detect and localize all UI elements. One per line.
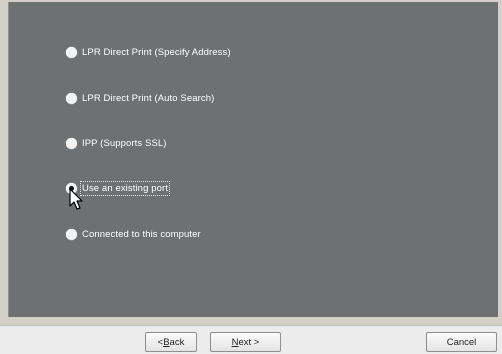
wizard-window: LPR Direct Print (Specify Address) LPR D… (0, 0, 502, 354)
option-lpr-auto-search[interactable]: LPR Direct Print (Auto Search) (66, 90, 214, 106)
back-button[interactable]: < Back (145, 332, 197, 352)
next-accel: N (231, 336, 239, 348)
option-label: LPR Direct Print (Auto Search) (82, 92, 215, 104)
option-lpr-specify-address[interactable]: LPR Direct Print (Specify Address) (66, 44, 231, 60)
wizard-button-bar: < Back Next > Cancel (0, 325, 502, 354)
next-button[interactable]: Next > (210, 332, 281, 352)
back-rest: ack (169, 336, 185, 348)
option-connected-computer[interactable]: Connected to this computer (66, 226, 201, 242)
arrow-pointer-icon (69, 188, 83, 210)
radio-lpr-specify-address[interactable] (66, 46, 77, 58)
option-label: Connected to this computer (82, 228, 201, 240)
cancel-button[interactable]: Cancel (426, 332, 497, 352)
option-label: IPP (Supports SSL) (82, 137, 167, 149)
radio-ipp[interactable] (66, 137, 77, 149)
port-options-panel: LPR Direct Print (Specify Address) LPR D… (8, 2, 498, 317)
option-label: Use an existing port (80, 180, 170, 196)
next-rest: ext > (238, 336, 260, 348)
option-label: LPR Direct Print (Specify Address) (82, 46, 231, 58)
option-ipp[interactable]: IPP (Supports SSL) (66, 135, 167, 151)
radio-connected-computer[interactable] (66, 228, 77, 240)
radio-lpr-auto-search[interactable] (66, 92, 77, 104)
